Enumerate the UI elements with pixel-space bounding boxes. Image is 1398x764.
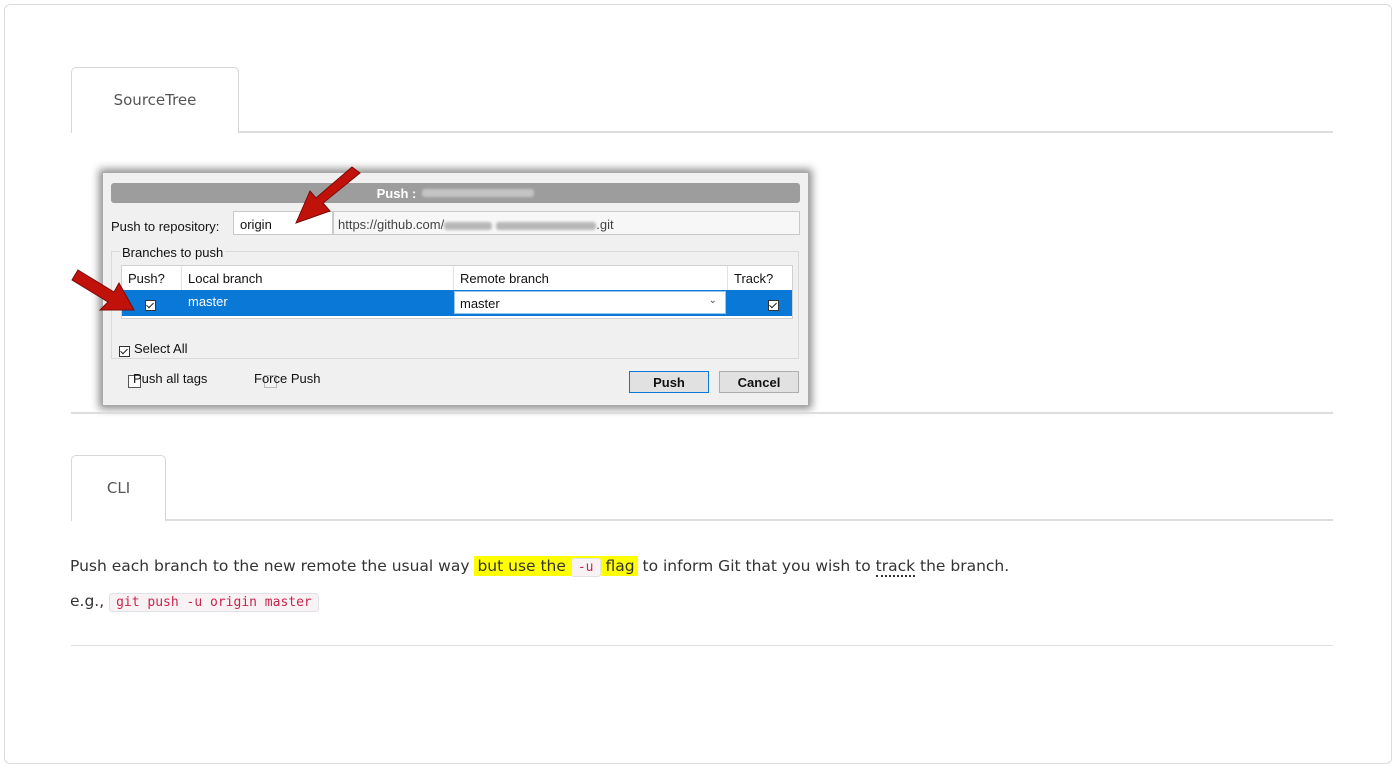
command-code: git push -u origin master (109, 593, 319, 612)
tab-divider (166, 519, 1333, 521)
remote-branch-value: master (460, 296, 500, 311)
cli-example-line: e.g., git push -u origin master (70, 592, 319, 612)
column-track: Track? (734, 270, 774, 286)
chevron-down-icon: ⌄ (708, 295, 717, 306)
cli-text-mid: to inform Git that you wish to (642, 557, 871, 575)
section-divider (71, 645, 1333, 646)
dialog-title: Push : (376, 185, 417, 201)
column-remote-branch: Remote branch (454, 266, 728, 290)
force-push-label: Force Push (254, 371, 321, 386)
flag-code: -u (570, 558, 601, 577)
cli-text-start: Push each branch to the new remote the u… (70, 557, 470, 575)
tab-cli[interactable]: CLI (71, 455, 166, 521)
highlighted-text: but use the -u flag (474, 556, 638, 577)
highlight-end: flag (605, 557, 635, 575)
blurred-user (444, 221, 493, 230)
cancel-button[interactable]: Cancel (719, 371, 799, 393)
column-local-branch: Local branch (182, 266, 454, 290)
highlight-start: but use the (477, 557, 566, 575)
repository-url-field: https://github.com/.git (333, 211, 800, 235)
push-button[interactable]: Push (629, 371, 709, 393)
track-checkbox[interactable] (767, 300, 779, 312)
cli-text-end: the branch. (920, 557, 1010, 575)
local-branch-cell: master (188, 294, 228, 309)
branches-group-label: Branches to push (120, 245, 226, 260)
tab-sourcetree-label: SourceTree (113, 90, 197, 109)
dialog-title-bar: Push : (111, 183, 800, 203)
tab-divider (239, 131, 1333, 133)
cli-instruction-line: Push each branch to the new remote the u… (70, 556, 1010, 577)
section-divider (71, 412, 1333, 414)
red-arrow-icon (71, 269, 135, 311)
example-label: e.g., (70, 592, 105, 610)
branches-table: Push? Local branch Remote branch Track? … (121, 265, 793, 319)
red-arrow-icon (295, 166, 361, 224)
track-abbr: track (875, 557, 916, 577)
blurred-repo-name (422, 189, 535, 197)
select-all-checkbox[interactable] (119, 346, 130, 358)
select-all-label: Select All (134, 341, 188, 356)
sourcetree-push-dialog-image: Push : Push to repository: origin https:… (102, 172, 809, 406)
url-suffix: .git (596, 217, 614, 232)
table-row[interactable]: master master ⌄ (122, 290, 792, 316)
tab-sourcetree[interactable]: SourceTree (71, 67, 239, 133)
push-to-label: Push to repository: (111, 219, 220, 234)
tab-cli-label: CLI (106, 478, 131, 497)
remote-branch-select[interactable]: master ⌄ (454, 291, 726, 314)
remote-value: origin (240, 217, 272, 232)
blurred-repo (496, 221, 597, 230)
push-all-tags-label: Push all tags (133, 371, 208, 386)
